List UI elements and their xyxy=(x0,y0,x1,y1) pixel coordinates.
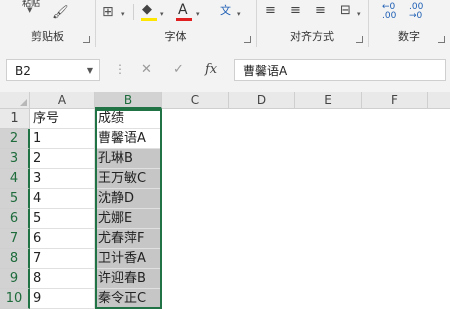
number-dialog-launcher-icon[interactable] xyxy=(438,36,445,43)
insert-function-icon[interactable]: fx xyxy=(205,62,217,77)
cell-b2[interactable]: 曹馨语A xyxy=(95,129,162,149)
cell-b9[interactable]: 许迎春B xyxy=(95,269,162,289)
row-header[interactable]: 4 xyxy=(0,169,30,189)
font-group-label: 字体 xyxy=(164,30,187,43)
toolbar-separator xyxy=(133,4,134,20)
decrease-decimal-icon[interactable]: .00 →0 xyxy=(409,3,423,21)
cell-b6[interactable]: 尤娜E xyxy=(95,209,162,229)
column-header-a[interactable]: A xyxy=(30,92,95,109)
spreadsheet-grid[interactable]: A B C D E F 1 序号 成绩 2 1 曹馨语A 3 2 孔琳B 4 3… xyxy=(0,92,450,309)
cell-b5[interactable]: 沈静D xyxy=(95,189,162,209)
font-dialog-launcher-icon[interactable] xyxy=(244,36,251,43)
column-header-e[interactable]: E xyxy=(295,92,362,109)
cell-a10[interactable]: 9 xyxy=(30,289,95,309)
fill-color-icon[interactable]: ◆ xyxy=(142,3,152,17)
row-header[interactable]: 6 xyxy=(0,209,30,229)
name-box[interactable]: B2 ▼ xyxy=(6,59,100,81)
row-header[interactable]: 9 xyxy=(0,269,30,289)
paste-button[interactable]: 粘贴 ▼ xyxy=(22,0,42,24)
column-header-g[interactable] xyxy=(428,92,450,109)
alignment-dialog-launcher-icon[interactable] xyxy=(356,36,363,43)
font-color-dropdown-icon[interactable]: ▾ xyxy=(196,10,200,18)
clipboard-group: 粘贴 ▼ 🖌 剪贴板 xyxy=(0,0,96,47)
borders-dropdown-icon[interactable]: ▾ xyxy=(121,10,125,18)
ribbon: 粘贴 ▼ 🖌 剪贴板 ⊞ ▾ ◆ ▾ A ▾ 文 ▾ 字体 ≡ ≡ ≡ ⊟ ▾ … xyxy=(0,0,450,48)
column-header-b[interactable]: B xyxy=(95,92,162,109)
clipboard-dialog-launcher-icon[interactable] xyxy=(83,36,90,43)
row-header[interactable]: 2 xyxy=(0,129,30,149)
alignment-group: ≡ ≡ ≡ ⊟ ▾ 对齐方式 xyxy=(256,0,369,47)
formula-bar-grip-icon[interactable]: ⋮ xyxy=(114,62,126,76)
name-box-value: B2 xyxy=(15,64,31,78)
column-header-d[interactable]: D xyxy=(229,92,295,109)
borders-icon[interactable]: ⊞ xyxy=(102,5,114,19)
fill-color-swatch xyxy=(141,18,157,21)
cell-b3[interactable]: 孔琳B xyxy=(95,149,162,169)
cell-a4[interactable]: 3 xyxy=(30,169,95,189)
row-header[interactable]: 5 xyxy=(0,189,30,209)
row-header[interactable]: 7 xyxy=(0,229,30,249)
row-header[interactable]: 10 xyxy=(0,289,30,309)
merge-dropdown-icon[interactable]: ▾ xyxy=(357,10,361,18)
cell-a7[interactable]: 6 xyxy=(30,229,95,249)
font-color-icon[interactable]: A xyxy=(178,3,188,17)
cell-a8[interactable]: 7 xyxy=(30,249,95,269)
cell-b10[interactable]: 秦令正C xyxy=(95,289,162,309)
cell-b8[interactable]: 卫计香A xyxy=(95,249,162,269)
column-header-c[interactable]: C xyxy=(162,92,229,109)
enter-icon[interactable]: ✓ xyxy=(173,62,184,77)
merge-center-icon[interactable]: ⊟ xyxy=(340,4,351,18)
column-header-f[interactable]: F xyxy=(362,92,428,109)
align-center-icon[interactable]: ≡ xyxy=(290,4,301,18)
row-header[interactable]: 1 xyxy=(0,109,30,129)
formula-bar: B2 ▼ ⋮ ✕ ✓ fx 曹馨语A xyxy=(0,47,450,92)
fill-color-dropdown-icon[interactable]: ▾ xyxy=(160,10,164,18)
cell-b7[interactable]: 尤春萍F xyxy=(95,229,162,249)
number-group: ←0.00 .00 →0 数字 xyxy=(368,0,450,47)
font-color-swatch xyxy=(176,18,192,21)
formula-input[interactable]: 曹馨语A xyxy=(234,59,446,81)
align-right-icon[interactable]: ≡ xyxy=(315,4,326,18)
select-all-button[interactable] xyxy=(0,92,30,109)
cell-a2[interactable]: 1 xyxy=(30,129,95,149)
cell-a3[interactable]: 2 xyxy=(30,149,95,169)
cell-a6[interactable]: 5 xyxy=(30,209,95,229)
row-header[interactable]: 3 xyxy=(0,149,30,169)
cell-a5[interactable]: 4 xyxy=(30,189,95,209)
cell-a1[interactable]: 序号 xyxy=(30,109,95,129)
cell-b4[interactable]: 王万敏C xyxy=(95,169,162,189)
increase-decimal-icon[interactable]: ←0.00 xyxy=(382,3,396,21)
name-box-dropdown-icon[interactable]: ▼ xyxy=(87,60,93,82)
cancel-icon[interactable]: ✕ xyxy=(141,62,152,77)
format-painter-icon[interactable]: 🖌 xyxy=(52,6,69,20)
phonetic-dropdown-icon[interactable]: ▾ xyxy=(237,10,241,18)
alignment-group-label: 对齐方式 xyxy=(290,30,334,43)
chevron-down-icon: ▼ xyxy=(27,6,33,14)
formula-value: 曹馨语A xyxy=(243,64,288,78)
phonetic-guide-icon[interactable]: 文 xyxy=(220,4,231,18)
cell-b1[interactable]: 成绩 xyxy=(95,109,162,129)
cell-a9[interactable]: 8 xyxy=(30,269,95,289)
align-left-icon[interactable]: ≡ xyxy=(265,4,276,18)
font-group: ⊞ ▾ ◆ ▾ A ▾ 文 ▾ 字体 xyxy=(95,0,257,47)
clipboard-group-label: 剪贴板 xyxy=(31,30,64,43)
row-header[interactable]: 8 xyxy=(0,249,30,269)
